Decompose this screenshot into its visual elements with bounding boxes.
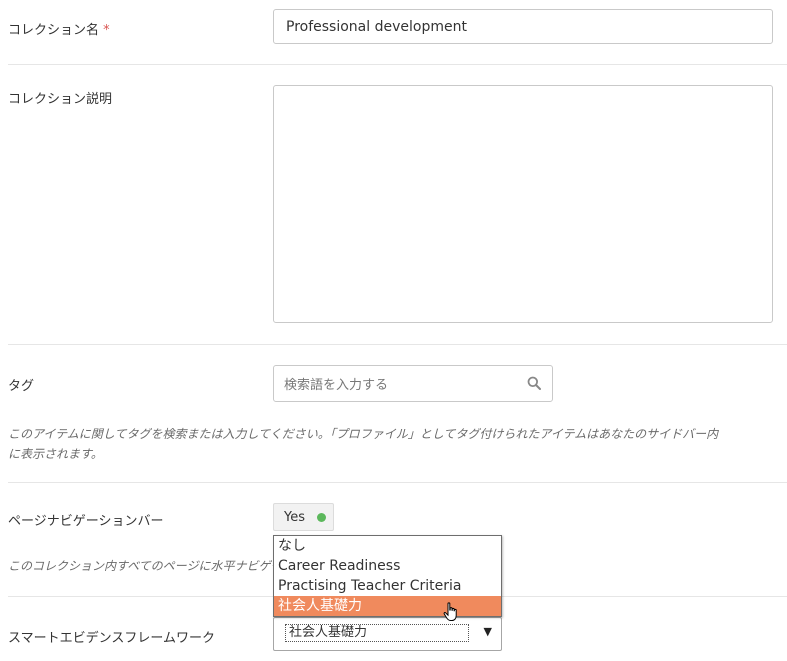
option-practising-teacher-criteria[interactable]: Practising Teacher Criteria [274,576,501,596]
hand-cursor-icon [443,602,457,621]
tags-label: タグ [8,379,35,394]
smart-evidence-options: なし Career Readiness Practising Teacher C… [273,535,502,617]
collection-name-input[interactable]: Professional development [273,9,773,44]
collection-name-value: Professional development [286,18,467,35]
tags-help-line-1: このアイテムに関してタグを検索または入力してください。「プロファイル」としてタグ… [8,427,719,441]
page-navigation-label: ページナビゲーションバー [8,514,164,529]
status-dot-icon [317,512,326,522]
collection-name-label-text: コレクション名 [8,23,100,38]
collection-description-textarea[interactable] [273,85,773,323]
required-mark: * [103,23,110,38]
toggle-label: Yes [284,509,305,525]
divider [8,344,787,345]
page-navigation-help-text: このコレクション内すべてのページに水平ナビゲー [8,559,274,573]
divider [8,64,787,65]
dropdown-arrow-icon[interactable]: ▼ [484,625,492,638]
smart-evidence-select[interactable]: 社会人基礎力 ▼ [273,617,502,651]
tags-help-text: このアイテムに関してタグを検索または入力してください。「プロファイル」としてタグ… [8,424,728,464]
tags-help-line-2: に表示されます。 [8,447,103,461]
select-value: 社会人基礎力 [285,624,469,642]
smart-evidence-label: スマートエビデンスフレームワーク [8,631,215,646]
option-none[interactable]: なし [274,536,501,556]
option-career-readiness[interactable]: Career Readiness [274,556,501,576]
option-shakaijin-kisoryoku[interactable]: 社会人基礎力 [274,596,501,616]
tags-search-input[interactable]: 検索語を入力する [273,365,553,402]
page-navigation-toggle[interactable]: Yes [273,503,334,531]
tags-placeholder: 検索語を入力する [284,378,389,393]
divider [8,482,787,483]
collection-name-label: コレクション名 * [8,19,110,38]
collection-description-label: コレクション説明 [8,92,113,107]
search-icon[interactable] [527,376,541,390]
